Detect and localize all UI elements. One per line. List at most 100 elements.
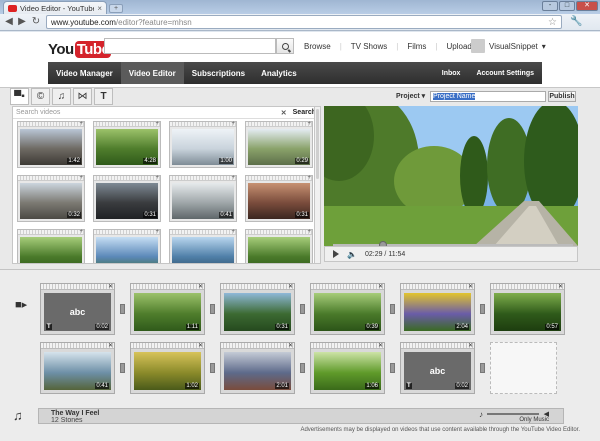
- library-clip[interactable]: +: [169, 229, 237, 263]
- youtube-logo[interactable]: You Tube: [48, 38, 112, 60]
- clear-search-icon[interactable]: ✕: [281, 109, 287, 117]
- clip-drag-handle[interactable]: [401, 343, 474, 349]
- inbox-link[interactable]: Inbox: [434, 62, 469, 84]
- library-clip[interactable]: +0:32: [17, 175, 85, 222]
- clip-drag-handle[interactable]: [131, 284, 204, 290]
- back-icon[interactable]: ◀: [3, 16, 15, 28]
- clip-drag-handle[interactable]: [41, 343, 114, 349]
- library-search-input[interactable]: Search videos: [16, 109, 60, 116]
- clip-drag-handle[interactable]: [18, 122, 84, 127]
- transition-slot[interactable]: [390, 363, 395, 373]
- timeline-clip[interactable]: ✕ 1:06: [310, 342, 385, 394]
- transition-slot[interactable]: [120, 304, 125, 314]
- text-icon[interactable]: T: [94, 88, 113, 105]
- transition-slot[interactable]: [120, 363, 125, 373]
- publish-button[interactable]: Publish: [548, 91, 576, 102]
- timeline-clip[interactable]: ✕ 2:01: [220, 342, 295, 394]
- clip-drag-handle[interactable]: [221, 284, 294, 290]
- library-search-button[interactable]: Search: [293, 109, 316, 116]
- timeline-clip[interactable]: ✕ 0:41: [40, 342, 115, 394]
- library-clip[interactable]: +1:42: [17, 121, 85, 168]
- search-button[interactable]: [276, 38, 294, 54]
- clip-drag-handle[interactable]: [246, 230, 312, 235]
- clip-drag-handle[interactable]: [246, 176, 312, 181]
- clip-drag-handle[interactable]: [18, 176, 84, 181]
- user-menu[interactable]: VisualSnippet ▾: [471, 39, 546, 53]
- transition-slot[interactable]: [300, 363, 305, 373]
- add-clip-icon[interactable]: +: [307, 229, 311, 235]
- add-clip-icon[interactable]: +: [155, 175, 159, 181]
- library-clip[interactable]: +0:31: [245, 175, 313, 222]
- remove-clip-icon[interactable]: ✕: [288, 342, 293, 349]
- timeline-clip[interactable]: ✕ 1:02: [130, 342, 205, 394]
- nav-films[interactable]: Films: [407, 42, 426, 51]
- tab-video-manager[interactable]: Video Manager: [48, 62, 121, 84]
- new-tab-button[interactable]: +: [109, 4, 123, 13]
- remove-clip-icon[interactable]: ✕: [108, 342, 113, 349]
- close-window-button[interactable]: ✕: [576, 1, 598, 11]
- library-clip[interactable]: +: [17, 229, 85, 263]
- clip-drag-handle[interactable]: [131, 343, 204, 349]
- audio-mix-slider[interactable]: [487, 413, 539, 415]
- account-settings-link[interactable]: Account Settings: [468, 62, 542, 84]
- clip-drag-handle[interactable]: [491, 284, 564, 290]
- library-clip[interactable]: +4:28: [93, 121, 161, 168]
- library-clip[interactable]: +: [93, 229, 161, 263]
- project-name-field[interactable]: Project Name: [430, 91, 546, 102]
- cc-icon[interactable]: ©: [31, 88, 50, 105]
- add-clip-icon[interactable]: +: [79, 175, 83, 181]
- remove-clip-icon[interactable]: ✕: [468, 342, 473, 349]
- clip-drag-handle[interactable]: [94, 122, 160, 127]
- transition-slot[interactable]: [390, 304, 395, 314]
- camera-icon[interactable]: ▀▪: [10, 88, 29, 105]
- add-clip-icon[interactable]: +: [307, 175, 311, 181]
- browser-tab[interactable]: Video Editor - YouTube ×: [3, 1, 107, 14]
- clip-drag-handle[interactable]: [311, 343, 384, 349]
- transition-slot[interactable]: [480, 304, 485, 314]
- timeline-clip[interactable]: ✕ abc T 0:02: [400, 342, 475, 394]
- library-clip[interactable]: +1:00: [169, 121, 237, 168]
- tab-analytics[interactable]: Analytics: [253, 62, 305, 84]
- add-clip-icon[interactable]: +: [79, 229, 83, 235]
- music-icon[interactable]: ♫: [52, 88, 71, 105]
- add-clip-icon[interactable]: +: [79, 121, 83, 127]
- transition-slot[interactable]: [480, 363, 485, 373]
- tab-subscriptions[interactable]: Subscriptions: [184, 62, 253, 84]
- timeline-clip[interactable]: ✕ 0:31: [220, 283, 295, 335]
- transition-slot[interactable]: [210, 304, 215, 314]
- volume-icon[interactable]: 🔈: [347, 250, 357, 259]
- transition-icon[interactable]: ⋈: [73, 88, 92, 105]
- search-input[interactable]: [104, 38, 276, 54]
- remove-clip-icon[interactable]: ✕: [198, 283, 203, 290]
- close-tab-icon[interactable]: ×: [97, 4, 102, 13]
- clip-drag-handle[interactable]: [41, 284, 114, 290]
- clip-drag-handle[interactable]: [94, 176, 160, 181]
- add-clip-icon[interactable]: +: [231, 229, 235, 235]
- video-preview[interactable]: [324, 106, 578, 246]
- reload-icon[interactable]: ↻: [30, 16, 42, 28]
- remove-clip-icon[interactable]: ✕: [288, 283, 293, 290]
- clip-drag-handle[interactable]: [18, 230, 84, 235]
- clip-drag-handle[interactable]: [170, 230, 236, 235]
- bookmark-star-icon[interactable]: ☆: [548, 17, 557, 28]
- project-dropdown[interactable]: Project ▾: [396, 92, 425, 100]
- add-clip-icon[interactable]: +: [155, 121, 159, 127]
- tab-video-editor[interactable]: Video Editor: [120, 62, 184, 84]
- clip-drag-handle[interactable]: [170, 176, 236, 181]
- clip-drag-handle[interactable]: [170, 122, 236, 127]
- clip-drag-handle[interactable]: [311, 284, 384, 290]
- clip-drag-handle[interactable]: [221, 343, 294, 349]
- add-clip-icon[interactable]: +: [307, 121, 311, 127]
- timeline-clip[interactable]: ✕ 0:39: [310, 283, 385, 335]
- remove-clip-icon[interactable]: ✕: [198, 342, 203, 349]
- minimize-button[interactable]: -: [542, 1, 558, 11]
- timeline-clip[interactable]: ✕ abc T 0:02: [40, 283, 115, 335]
- timeline-clip[interactable]: ✕ 0:57: [490, 283, 565, 335]
- transition-slot[interactable]: [210, 363, 215, 373]
- library-clip[interactable]: +0:31: [93, 175, 161, 222]
- clip-drag-handle[interactable]: [246, 122, 312, 127]
- address-bar[interactable]: www.youtube.com/editor?feature=mhsn ☆: [46, 15, 562, 29]
- add-clip-icon[interactable]: +: [155, 229, 159, 235]
- clip-drag-handle[interactable]: [401, 284, 474, 290]
- maximize-button[interactable]: □: [559, 1, 575, 11]
